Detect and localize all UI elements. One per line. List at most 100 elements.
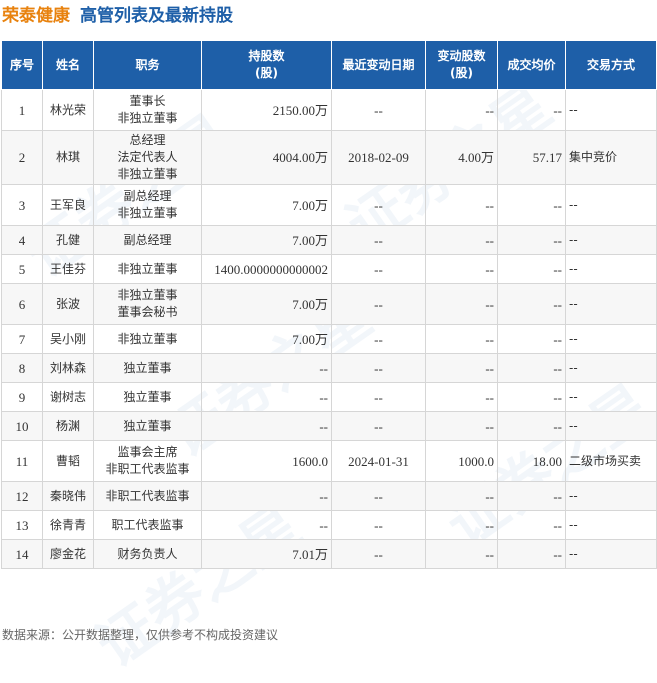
last-change-date: -- [331,324,426,354]
executive-name: 王佳芬 [42,254,94,284]
row-index: 10 [1,411,43,441]
table-row: 12 秦晓伟 非职工代表监事 -- -- -- -- -- [1,481,657,511]
table-row: 9 谢树志 独立董事 -- -- -- -- -- [1,382,657,412]
shares-held: -- [201,382,332,412]
executive-table: 序号 姓名 职务 持股数 (股) 最近变动日期 变动股数 (股) 成交均价 交易方式 1 林光荣 董事… [1,40,657,569]
average-price: -- [497,411,566,441]
table-row: 1 林光荣 董事长 非独立董事 2150.00万 -- -- -- -- [1,89,657,131]
last-change-date: -- [331,283,426,325]
page-title: 高管列表及最新持股 [80,6,233,26]
row-index: 1 [1,89,43,131]
trade-method: -- [565,481,657,511]
executive-position: 总经理 法定代表人 非独立董事 [93,130,202,185]
position-line: 监事会主席 [117,445,178,459]
position-line: 董事会秘书 [117,305,178,319]
company-name: 荣泰健康 [2,6,70,26]
col-method-header: 交易方式 [565,40,657,90]
row-index: 5 [1,254,43,284]
shares-changed: -- [425,510,498,540]
shares-held: -- [201,510,332,540]
row-index: 3 [1,184,43,226]
trade-method: -- [565,89,657,131]
shares-changed: -- [425,254,498,284]
col-index-header: 序号 [1,40,43,90]
position-line: 财务负责人 [117,546,178,561]
trade-method: -- [565,382,657,412]
executive-name: 王军良 [42,184,94,226]
shares-changed: -- [425,539,498,569]
table-row: 2 林琪 总经理 法定代表人 非独立董事 4004.00万 2018-02-09 4.00万 5… [1,130,657,185]
last-change-date: -- [331,184,426,226]
executive-name: 刘林森 [42,353,94,383]
executive-name: 杨渊 [42,411,94,441]
position-line: 非独立董事 [117,331,178,346]
executive-position: 监事会主席非职工代表监事 [93,440,202,482]
last-change-date: -- [331,225,426,255]
trade-method: 二级市场买卖 [565,440,657,482]
average-price: -- [497,254,566,284]
shares-changed: -- [425,353,498,383]
average-price: 18.00 [497,440,566,482]
executive-position: 副总经理 [93,225,202,255]
position-line: 非职工代表监事 [105,462,190,476]
position-line: 独立董事 [123,418,172,433]
table-row: 14 廖金花 财务负责人 7.01万 -- -- -- -- [1,539,657,569]
executive-position: 非独立董事董事会秘书 [93,283,202,325]
trade-method: -- [565,254,657,284]
trade-method: -- [565,225,657,255]
average-price: -- [497,353,566,383]
executive-position: 独立董事 [93,382,202,412]
last-change-date: -- [331,254,426,284]
average-price: -- [497,539,566,569]
executive-position: 非独立董事 [93,324,202,354]
shares-changed: -- [425,225,498,255]
shares-changed: -- [425,481,498,511]
last-change-date: -- [331,411,426,441]
average-price: -- [497,481,566,511]
executive-name: 孔健 [42,225,94,255]
average-price: -- [497,324,566,354]
table-row: 13 徐青青 职工代表监事 -- -- -- -- -- [1,510,657,540]
col-name-header: 姓名 [42,40,94,90]
position-line: 非独立董事 [117,261,178,276]
col-position-header: 职务 [93,40,202,90]
average-price: -- [497,510,566,540]
table-header-row: 序号 姓名 职务 持股数 (股) 最近变动日期 变动股数 (股) 成交均价 交易方式 [1,40,657,90]
page-header: 荣泰健康 高管列表及最新持股 [2,4,233,28]
row-index: 12 [1,481,43,511]
col-price-header: 成交均价 [497,40,566,90]
shares-changed: 4.00万 [425,130,498,185]
position-line: 非独立董事 [117,111,178,125]
table-row: 8 刘林森 独立董事 -- -- -- -- -- [1,353,657,383]
last-change-date: -- [331,353,426,383]
shares-changed: 1000.0 [425,440,498,482]
trade-method: -- [565,411,657,441]
shares-changed: -- [425,324,498,354]
trade-method: -- [565,283,657,325]
row-index: 13 [1,510,43,540]
table-row: 11 曹韬 监事会主席 非职工代表监事 1600.0 2024-01-31 1000.0 18… [1,440,657,482]
position-line: 非独立董事 [117,288,178,302]
executive-name: 曹韬 [42,440,94,482]
average-price: -- [497,89,566,131]
shares-held: 1600.0 [201,440,332,482]
col-date-header: 最近变动日期 [331,40,426,90]
last-change-date: -- [331,510,426,540]
shares-held: 4004.00万 [201,130,332,185]
executive-position: 独立董事 [93,411,202,441]
table-row: 10 杨渊 独立董事 -- -- -- -- -- [1,411,657,441]
shares-changed: -- [425,382,498,412]
executive-position: 副总经理 非独立董事 [93,184,202,226]
trade-method: -- [565,353,657,383]
shares-held: 1400.0000000000002 [201,254,332,284]
position-line: 独立董事 [123,360,172,375]
last-change-date: 2018-02-09 [331,130,426,185]
shares-held: 2150.00万 [201,89,332,131]
last-change-date: -- [331,539,426,569]
table-row: 6 张波 非独立董事 董事会秘书 7.00万 -- -- -- -- [1,283,657,325]
table-row: 7 吴小刚 非独立董事 7.00万 -- -- -- -- [1,324,657,354]
position-line: 副总经理 [123,189,172,203]
position-line: 总经理 [129,133,166,147]
position-line: 非独立董事 [117,167,178,181]
row-index: 4 [1,225,43,255]
